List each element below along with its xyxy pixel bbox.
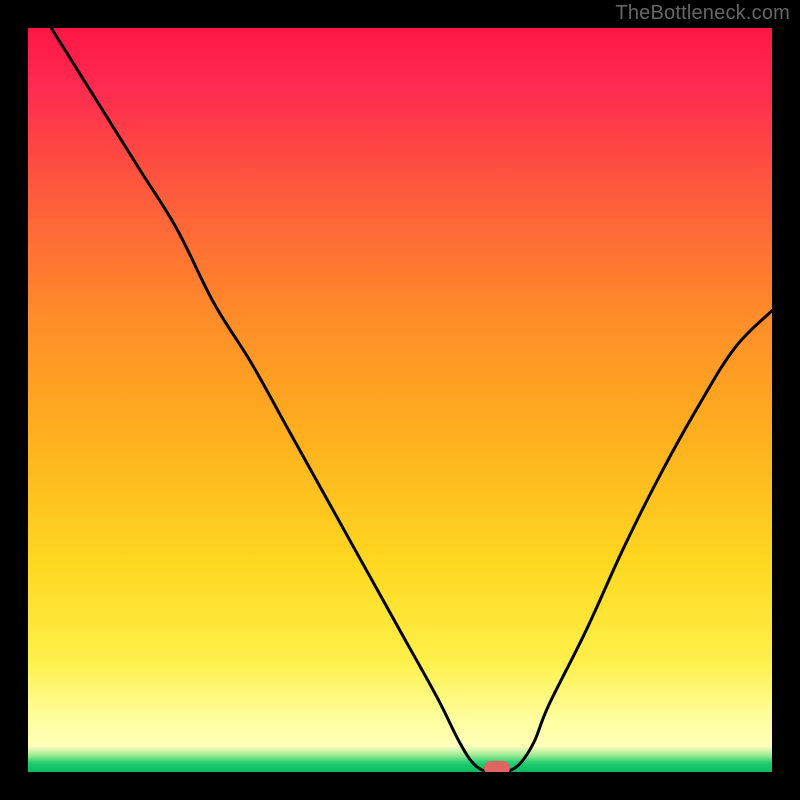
plot-area: [28, 28, 772, 772]
optimal-marker: [484, 761, 510, 772]
chart-frame: TheBottleneck.com: [0, 0, 800, 800]
curve-svg: [28, 28, 772, 772]
watermark-text: TheBottleneck.com: [615, 2, 790, 25]
bottleneck-curve-path: [28, 28, 772, 772]
